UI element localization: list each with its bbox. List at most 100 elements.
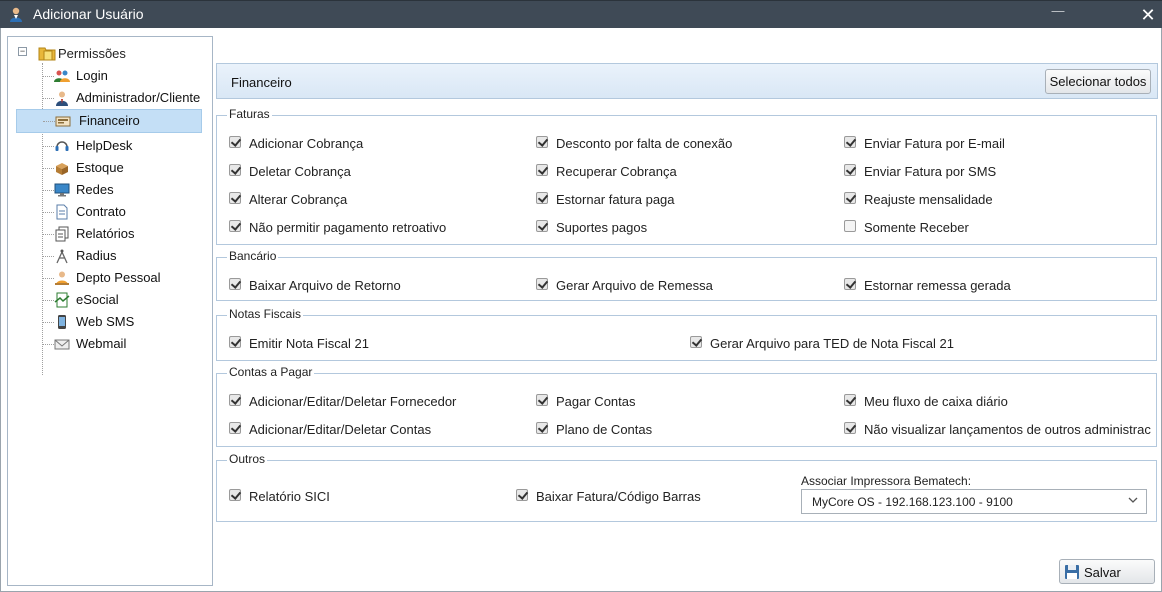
tree-item-webmail[interactable]: Webmail: [8, 333, 204, 355]
group-contas-a-pagar: Contas a Pagar Adicionar/Editar/Deletar …: [216, 365, 1157, 447]
tree-item-depto-pessoal[interactable]: Depto Pessoal: [8, 267, 204, 289]
users-icon: [54, 70, 70, 82]
tree-item-label: Redes: [76, 182, 114, 197]
group-legend: Outros: [227, 452, 268, 466]
checkbox-box[interactable]: [229, 336, 241, 348]
group-legend: Faturas: [227, 107, 272, 121]
tree-item-estoque[interactable]: Estoque: [8, 157, 204, 179]
tree-item-web-sms[interactable]: Web SMS: [8, 311, 204, 333]
group-outros: Outros Relatório SICI Baixar Fatura/Códi…: [216, 452, 1157, 522]
checkbox-box[interactable]: [536, 394, 548, 406]
checkbox-box[interactable]: [844, 192, 856, 204]
checkbox-box[interactable]: [229, 278, 241, 290]
window-title: Adicionar Usuário: [33, 6, 144, 22]
checkbox-label: Pagar Contas: [556, 394, 636, 409]
tree-root-label: Permissões: [58, 46, 126, 61]
admin-user-icon: [56, 91, 68, 106]
tree-item-radius[interactable]: Radius: [8, 245, 204, 267]
checkbox-label: Emitir Nota Fiscal 21: [249, 336, 369, 351]
dialog-body: − Permissões Login Administrador/Cliente…: [0, 28, 1162, 592]
report-icon: [55, 226, 69, 242]
checkbox-label: Estornar remessa gerada: [864, 278, 1011, 293]
save-button[interactable]: Salvar: [1059, 559, 1155, 584]
checkbox-label: Gerar Arquivo para TED de Nota Fiscal 21: [710, 336, 954, 351]
close-button[interactable]: ✕: [1138, 4, 1158, 25]
title-bar: Adicionar Usuário — ✕: [0, 0, 1162, 28]
cash-register-icon: [55, 116, 71, 127]
collapse-toggle-icon[interactable]: −: [18, 47, 27, 56]
select-all-button[interactable]: Selecionar todos: [1045, 69, 1151, 94]
tree-item-financeiro[interactable]: Financeiro: [16, 109, 202, 133]
group-bancario: Bancário Baixar Arquivo de Retorno Gerar…: [216, 249, 1157, 301]
checkbox-label: Gerar Arquivo de Remessa: [556, 278, 713, 293]
chevron-down-icon: [1128, 497, 1138, 503]
checkbox-box[interactable]: [229, 220, 241, 232]
phone-icon: [58, 315, 66, 329]
floppy-disk-icon: [1065, 565, 1079, 579]
monitor-icon: [54, 183, 70, 197]
save-label: Salvar: [1084, 565, 1121, 580]
checkbox-box[interactable]: [536, 422, 548, 434]
printer-select-value: MyCore OS - 192.168.123.100 - 9100: [812, 495, 1013, 509]
tree-item-esocial[interactable]: eSocial: [8, 289, 204, 311]
checkbox-box[interactable]: [536, 278, 548, 290]
staff-icon: [55, 271, 69, 285]
checkbox-box[interactable]: [844, 422, 856, 434]
checkbox-box[interactable]: [844, 220, 856, 232]
tree-item-redes[interactable]: Redes: [8, 179, 204, 201]
tree-item-label: Contrato: [76, 204, 126, 219]
checkbox-label: Baixar Fatura/Código Barras: [536, 489, 701, 504]
checkbox-box[interactable]: [229, 489, 241, 501]
tree-item-helpdesk[interactable]: HelpDesk: [8, 135, 204, 157]
checkbox-label: Não permitir pagamento retroativo: [249, 220, 447, 235]
tree-item-login[interactable]: Login: [8, 65, 204, 87]
checkbox-label: Estornar fatura paga: [556, 192, 675, 207]
checkbox-box[interactable]: [844, 136, 856, 148]
checkbox-box[interactable]: [536, 220, 548, 232]
tree-item-administrador[interactable]: Administrador/Cliente: [8, 87, 204, 109]
checkbox-label: Somente Receber: [864, 220, 969, 235]
permissions-tree: − Permissões Login Administrador/Cliente…: [7, 36, 213, 586]
checkbox-box[interactable]: [516, 489, 528, 501]
tree-item-label: HelpDesk: [76, 138, 133, 153]
esocial-icon: [54, 292, 70, 308]
tree-item-label: Administrador/Cliente: [76, 90, 201, 105]
checkbox-box[interactable]: [844, 278, 856, 290]
checkbox-label: Reajuste mensalidade: [864, 192, 993, 207]
checkbox-box[interactable]: [844, 394, 856, 406]
checkbox-box[interactable]: [229, 394, 241, 406]
checkbox-label: Meu fluxo de caixa diário: [864, 394, 1008, 409]
checkbox-box[interactable]: [536, 136, 548, 148]
group-legend: Bancário: [227, 249, 279, 263]
checkbox-label: Deletar Cobrança: [249, 164, 351, 179]
group-legend: Notas Fiscais: [227, 307, 304, 321]
panel-title: Financeiro: [231, 75, 292, 90]
tree-item-contrato[interactable]: Contrato: [8, 201, 204, 223]
checkbox-label: Não visualizar lançamentos de outros adm…: [864, 422, 1151, 437]
group-notas-fiscais: Notas Fiscais Emitir Nota Fiscal 21 Gera…: [216, 307, 1157, 361]
printer-select[interactable]: MyCore OS - 192.168.123.100 - 9100: [801, 489, 1147, 514]
checkbox-box[interactable]: [690, 336, 702, 348]
minimize-button[interactable]: —: [1048, 3, 1068, 23]
checkbox-label: Alterar Cobrança: [249, 192, 348, 207]
tree-item-relatorios[interactable]: Relatórios: [8, 223, 204, 245]
tree-item-label: Depto Pessoal: [76, 270, 161, 285]
checkbox-box[interactable]: [536, 164, 548, 176]
checkbox-label: Desconto por falta de conexão: [556, 136, 733, 151]
checkbox-label: Relatório SICI: [249, 489, 330, 504]
tree-item-label: eSocial: [76, 292, 119, 307]
checkbox-box[interactable]: [536, 192, 548, 204]
checkbox-box[interactable]: [229, 164, 241, 176]
tree-item-label: Radius: [76, 248, 117, 263]
tree-item-label: Web SMS: [76, 314, 135, 329]
tree-item-label: Relatórios: [76, 226, 135, 241]
checkbox-nao-visualizar-lancamentos[interactable]: Não visualizar lançamentos de outros adm…: [844, 421, 1154, 439]
tree-item-label: Webmail: [76, 336, 127, 351]
tree-item-label: Financeiro: [79, 113, 140, 128]
checkbox-box[interactable]: [229, 422, 241, 434]
box-icon: [56, 163, 68, 175]
checkbox-box[interactable]: [844, 164, 856, 176]
checkbox-box[interactable]: [229, 192, 241, 204]
checkbox-box[interactable]: [229, 136, 241, 148]
antenna-icon: [56, 249, 68, 264]
